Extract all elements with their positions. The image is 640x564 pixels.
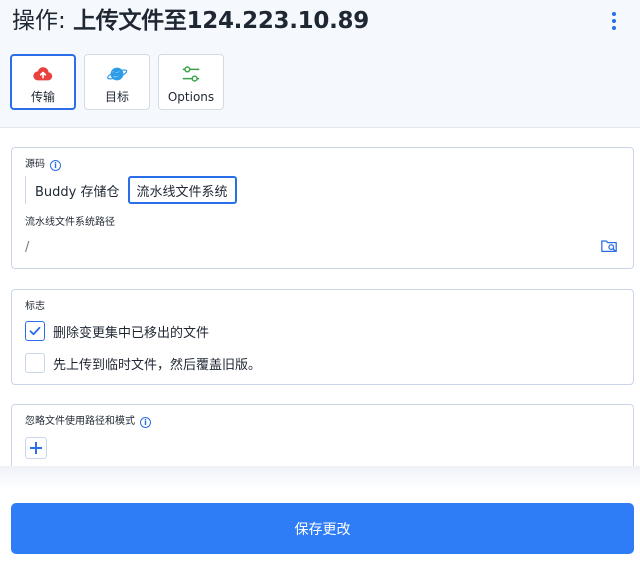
more-options-icon[interactable]	[604, 8, 624, 34]
info-icon[interactable]: i	[50, 159, 61, 171]
info-icon[interactable]: i	[140, 416, 151, 428]
check-icon	[29, 326, 41, 336]
path-label: 流水线文件系统路径	[25, 217, 115, 228]
flags-title: 标志	[25, 301, 45, 312]
source-card: 源码 i Buddy 存储仓 流水线文件系统 流水线文件系统路径 /	[11, 147, 634, 269]
source-selector: Buddy 存储仓 流水线文件系统	[25, 176, 237, 204]
tab-transfer[interactable]: 传输	[10, 54, 76, 110]
tab-target-label: 目标	[104, 90, 129, 104]
ignore-title-text: 忽略文件使用路径和模式	[25, 416, 135, 427]
sliders-icon	[182, 66, 200, 82]
flags-card: 标志 删除变更集中已移出的文件 先上传到临时文件，然后覆盖旧版。	[11, 289, 634, 385]
temp-upload-checkbox[interactable]	[25, 353, 45, 373]
plus-icon	[30, 442, 42, 454]
page-title-target: 上传文件至124.223.10.89	[73, 8, 369, 34]
path-input[interactable]: /	[25, 240, 29, 255]
tab-options-label: Options	[167, 90, 215, 104]
source-option-buddy-repo[interactable]: Buddy 存储仓	[25, 176, 128, 204]
page-header: 操作: 上传文件至124.223.10.89 传输 目标 Options	[0, 0, 640, 128]
flag-temp-upload-row[interactable]: 先上传到临时文件，然后覆盖旧版。	[25, 353, 261, 373]
cloud-upload-icon	[33, 67, 53, 81]
browse-folder-icon[interactable]	[600, 237, 618, 255]
save-button[interactable]: 保存更改	[11, 503, 634, 554]
tab-target[interactable]: 目标	[84, 54, 150, 110]
tab-options[interactable]: Options	[158, 54, 224, 110]
flag-delete-removed-row[interactable]: 删除变更集中已移出的文件	[25, 321, 209, 341]
ignore-title: 忽略文件使用路径和模式 i	[25, 416, 151, 428]
source-title: 源码 i	[25, 159, 61, 171]
delete-removed-checkbox[interactable]	[25, 321, 45, 341]
source-title-text: 源码	[25, 159, 45, 170]
source-option-pipeline-fs[interactable]: 流水线文件系统	[127, 176, 237, 204]
delete-removed-label: 删除变更集中已移出的文件	[53, 325, 210, 341]
page-title-prefix: 操作:	[12, 8, 74, 34]
tab-transfer-label: 传输	[30, 90, 55, 104]
page-title: 操作: 上传文件至124.223.10.89	[12, 7, 369, 35]
add-ignore-pattern-button[interactable]	[25, 437, 47, 459]
planet-icon	[107, 67, 128, 81]
temp-upload-label: 先上传到临时文件，然后覆盖旧版。	[53, 357, 262, 373]
action-tabs: 传输 目标 Options	[10, 54, 224, 110]
